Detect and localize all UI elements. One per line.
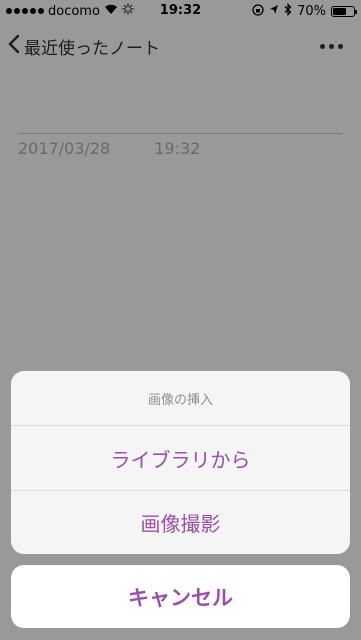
action-sheet-title: 画像の挿入	[11, 371, 350, 426]
take-photo-button[interactable]: 画像撮影	[11, 490, 350, 554]
action-sheet: 画像の挿入 ライブラリから 画像撮影	[11, 371, 350, 554]
cancel-button[interactable]: キャンセル	[11, 565, 350, 628]
from-library-button[interactable]: ライブラリから	[11, 426, 350, 490]
